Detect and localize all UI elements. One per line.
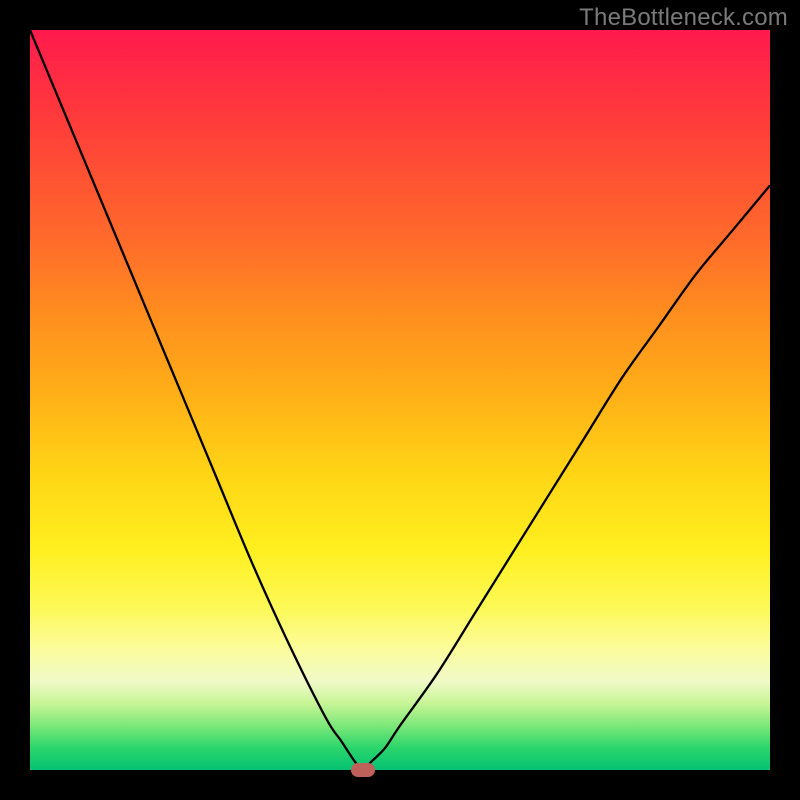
chart-frame: TheBottleneck.com xyxy=(0,0,800,800)
optimal-point-marker xyxy=(351,763,375,777)
plot-area xyxy=(30,30,770,770)
watermark-text: TheBottleneck.com xyxy=(579,4,788,32)
bottleneck-curve xyxy=(30,30,770,770)
